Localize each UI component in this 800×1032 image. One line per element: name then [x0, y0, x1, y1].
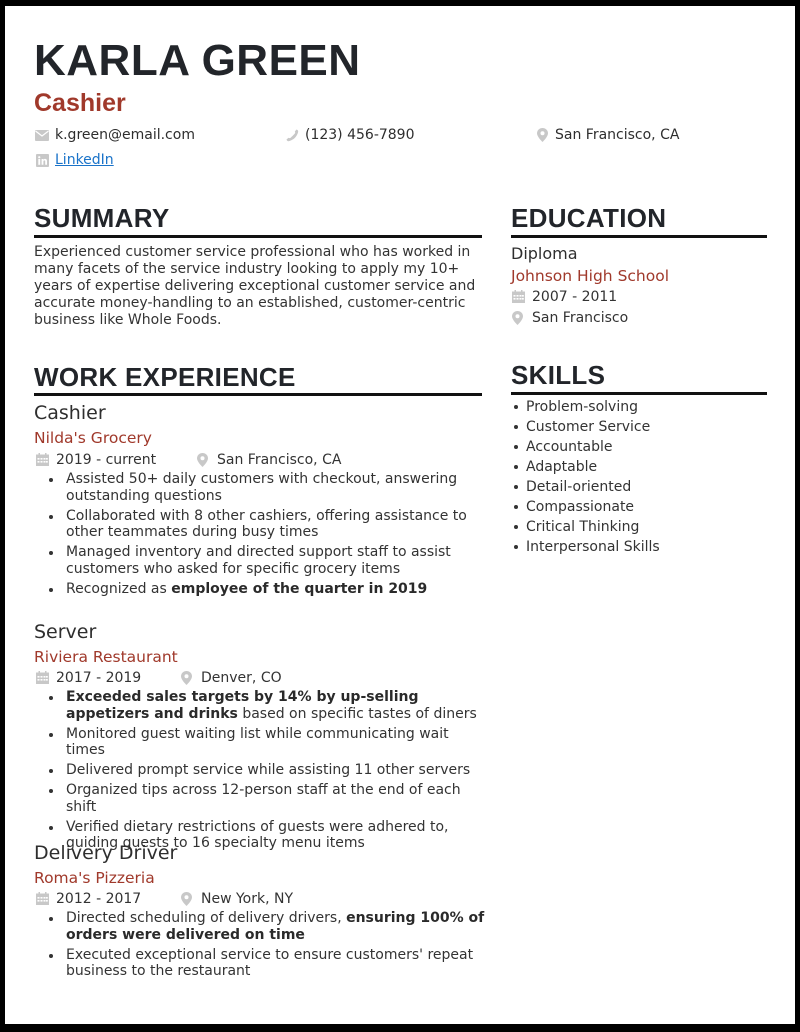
skill-item: Interpersonal Skills — [514, 539, 660, 555]
job-location: San Francisco, CA — [197, 451, 341, 469]
job-company: Roma's Pizzeria — [34, 869, 155, 887]
linkedin-icon — [35, 153, 49, 167]
education-dates: 2007 - 2011 — [512, 288, 617, 306]
skill-item: Critical Thinking — [514, 517, 660, 537]
candidate-name: KARLA GREEN — [34, 36, 361, 85]
job-bullet: Collaborated with 8 other cashiers, offe… — [49, 508, 491, 541]
envelope-icon — [35, 128, 49, 142]
job-bullets: Exceeded sales targets by 14% by up-sell… — [34, 689, 491, 855]
skill-item: Customer Service — [514, 417, 660, 437]
education-heading: EDUCATION — [511, 203, 667, 233]
job-bullet: Delivered prompt service while assisting… — [49, 762, 491, 779]
calendar-icon — [36, 671, 50, 685]
contact-location: San Francisco, CA — [535, 126, 679, 144]
phone-icon — [285, 128, 299, 142]
phone-text: (123) 456-7890 — [305, 127, 415, 143]
education-location: San Francisco — [512, 309, 628, 327]
job-location-text: San Francisco, CA — [217, 452, 342, 468]
job-location-text: New York, NY — [201, 891, 294, 907]
experience-heading: WORK EXPERIENCE — [34, 362, 296, 392]
job-title: Server — [34, 621, 97, 643]
linkedin-link[interactable]: LinkedIn — [55, 151, 114, 169]
job-bullet: Executed exceptional service to ensure c… — [49, 947, 491, 980]
skill-item: Detail-oriented — [514, 477, 660, 497]
map-pin-icon — [535, 128, 549, 142]
skills-list: Problem-solving Customer Service Account… — [510, 397, 660, 557]
job-dates: 2017 - 2019 — [36, 669, 141, 687]
location-text: San Francisco, CA — [555, 127, 680, 143]
education-divider — [511, 235, 767, 238]
candidate-title: Cashier — [34, 89, 126, 117]
job-bullet: Exceeded sales targets by 14% by up-sell… — [49, 689, 491, 722]
job-bullet: Assisted 50+ daily customers with checko… — [49, 471, 491, 504]
map-pin-icon — [181, 892, 195, 906]
job-dates-text: 2017 - 2019 — [56, 670, 142, 686]
map-pin-icon — [512, 311, 526, 325]
job-bullet: Monitored guest waiting list while commu… — [49, 726, 491, 759]
job-title: Delivery Driver — [34, 842, 178, 864]
skills-heading: SKILLS — [511, 360, 606, 390]
skill-item: Problem-solving — [514, 397, 660, 417]
calendar-icon — [512, 290, 526, 304]
experience-divider — [34, 393, 482, 396]
map-pin-icon — [197, 453, 211, 467]
education-location-text: San Francisco — [532, 310, 629, 326]
summary-divider — [34, 235, 482, 238]
job-bullets: Assisted 50+ daily customers with checko… — [34, 471, 491, 601]
job-dates-text: 2012 - 2017 — [56, 891, 142, 907]
job-location: New York, NY — [181, 890, 293, 908]
map-pin-icon — [181, 671, 195, 685]
job-company: Nilda's Grocery — [34, 429, 152, 447]
job-dates-text: 2019 - current — [56, 452, 157, 468]
skill-item: Adaptable — [514, 457, 660, 477]
job-company: Riviera Restaurant — [34, 648, 178, 666]
contact-phone: (123) 456-7890 — [285, 126, 415, 144]
job-bullets: Directed scheduling of delivery drivers,… — [34, 910, 491, 983]
calendar-icon — [36, 453, 50, 467]
contact-email: k.green@email.com — [35, 126, 195, 144]
calendar-icon — [36, 892, 50, 906]
contact-linkedin: LinkedIn — [35, 151, 114, 169]
job-bullet: Managed inventory and directed support s… — [49, 544, 491, 577]
education-dates-text: 2007 - 2011 — [532, 289, 618, 305]
job-location: Denver, CO — [181, 669, 282, 687]
skills-divider — [511, 392, 767, 395]
summary-heading: SUMMARY — [34, 203, 170, 233]
education-degree: Diploma — [511, 244, 578, 263]
job-bullet: Organized tips across 12-person staff at… — [49, 782, 491, 815]
skill-item: Compassionate — [514, 497, 660, 517]
job-dates: 2019 - current — [36, 451, 156, 469]
summary-text: Experienced customer service professiona… — [34, 244, 476, 328]
email-text: k.green@email.com — [55, 127, 195, 143]
job-bullet: Directed scheduling of delivery drivers,… — [49, 910, 491, 943]
resume-page: KARLA GREEN Cashier k.green@email.com (1… — [5, 6, 795, 1024]
education-school: Johnson High School — [511, 267, 670, 285]
job-title: Cashier — [34, 402, 106, 424]
job-dates: 2012 - 2017 — [36, 890, 141, 908]
skill-item: Accountable — [514, 437, 660, 457]
job-location-text: Denver, CO — [201, 670, 282, 686]
job-bullet: Recognized as employee of the quarter in… — [49, 581, 491, 598]
